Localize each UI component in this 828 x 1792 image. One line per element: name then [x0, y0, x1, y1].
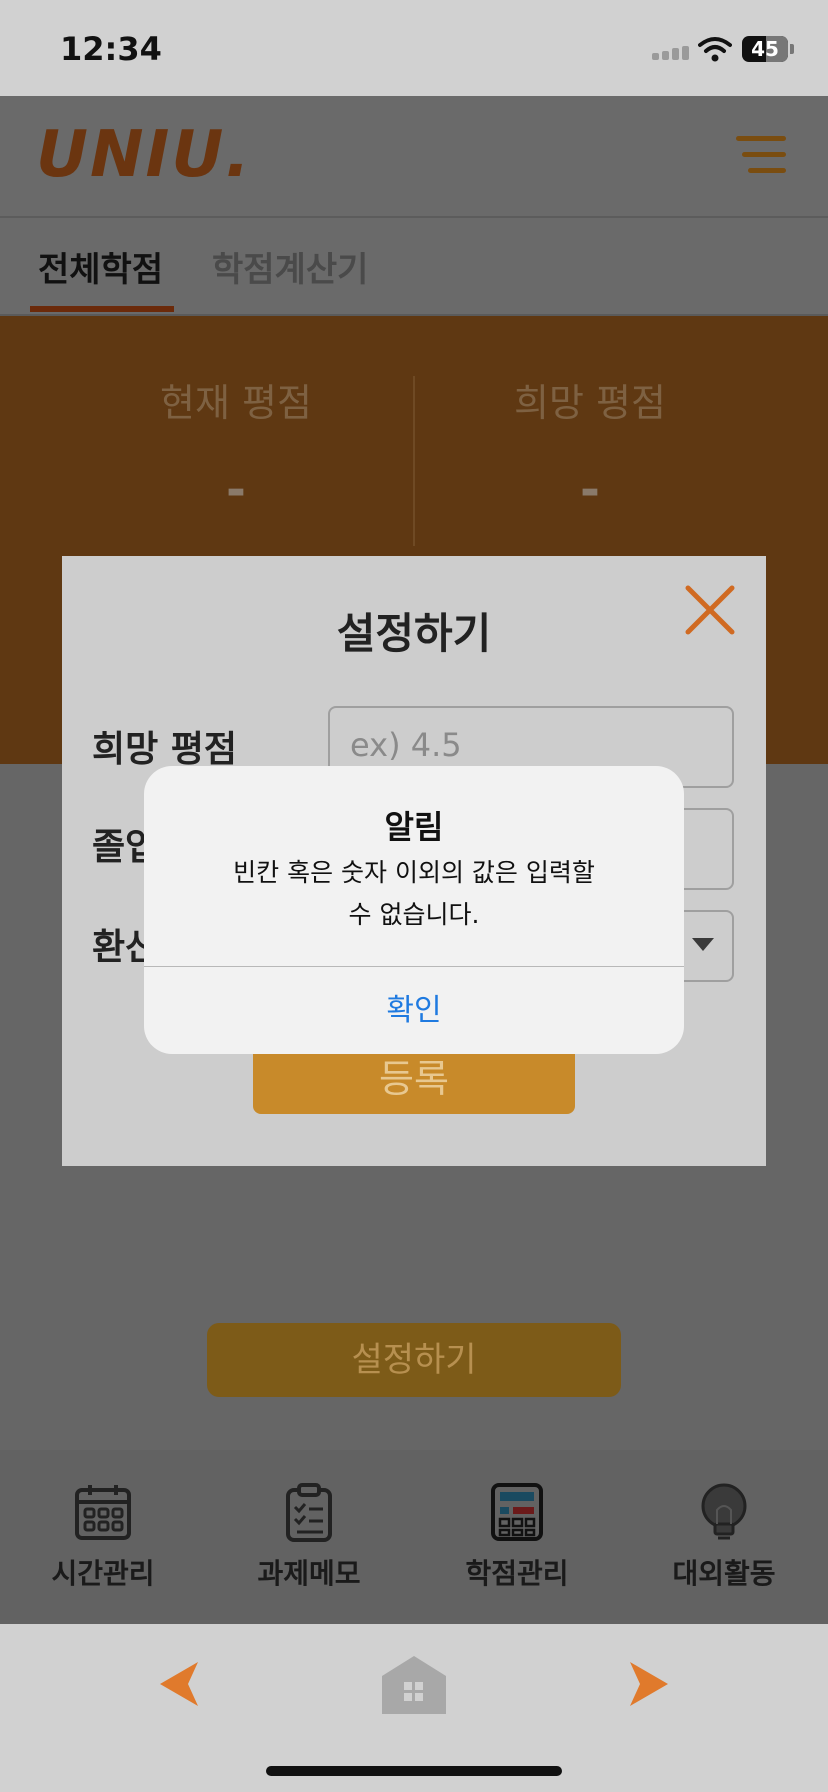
close-icon[interactable] [684, 584, 736, 636]
nav-label: 시간관리 [51, 1557, 155, 1590]
target-gpa-value: - [580, 462, 600, 518]
nav-item-external-activities[interactable]: 대외활동 [634, 1482, 814, 1592]
battery-icon: 45 [742, 36, 788, 62]
alert-message-line-1: 빈칸 혹은 숫자 이외의 값은 입력할 [233, 858, 595, 887]
current-gpa-value: - [226, 462, 246, 518]
nav-label: 과제메모 [257, 1557, 361, 1590]
alert-message: 빈칸 혹은 숫자 이외의 값은 입력할 수 없습니다. [214, 852, 614, 936]
home-indicator [266, 1766, 562, 1776]
calendar-icon [75, 1485, 131, 1540]
current-gpa-label: 현재 평점 [160, 381, 312, 425]
menu-icon[interactable] [736, 136, 788, 176]
home-icon[interactable] [382, 1656, 446, 1714]
status-time: 12:34 [60, 30, 162, 68]
tab-total-credits[interactable]: 전체학점 [38, 242, 163, 291]
nav-label: 학점관리 [465, 1557, 569, 1590]
alert-ok-button[interactable]: 확인 [144, 967, 684, 1054]
target-gpa-label: 희망 평점 [514, 381, 666, 425]
battery-tip [790, 44, 794, 54]
forward-arrow-icon[interactable] [628, 1660, 670, 1708]
nav-label: 대외활동 [672, 1557, 776, 1590]
lightbulb-icon [701, 1483, 747, 1540]
clipboard-icon [286, 1483, 332, 1542]
tab-credit-calculator[interactable]: 학점계산기 [212, 242, 368, 291]
wifi-icon [698, 37, 732, 62]
alert-message-line-2: 수 없습니다. [348, 900, 480, 929]
chevron-down-icon [692, 938, 714, 951]
modal-title: 설정하기 [336, 609, 492, 658]
nav-item-time-management[interactable]: 시간관리 [13, 1482, 193, 1592]
back-arrow-icon[interactable] [158, 1660, 200, 1708]
calculator-icon [491, 1483, 543, 1541]
app-logo: UNIU. [36, 118, 252, 192]
open-settings-button[interactable]: 설정하기 [207, 1323, 621, 1397]
register-button[interactable]: 등록 [253, 1044, 575, 1114]
signal-icon [652, 44, 692, 60]
nav-item-credit-management[interactable]: 학점관리 [427, 1482, 607, 1592]
nav-item-assignment-memo[interactable]: 과제메모 [219, 1482, 399, 1592]
alert-dialog: 알림 빈칸 혹은 숫자 이외의 값은 입력할 수 없습니다. 확인 [144, 766, 684, 1054]
target-gpa-field-label: 희망 평점 [92, 729, 238, 770]
alert-title: 알림 [384, 808, 444, 846]
active-tab-indicator [30, 306, 174, 312]
